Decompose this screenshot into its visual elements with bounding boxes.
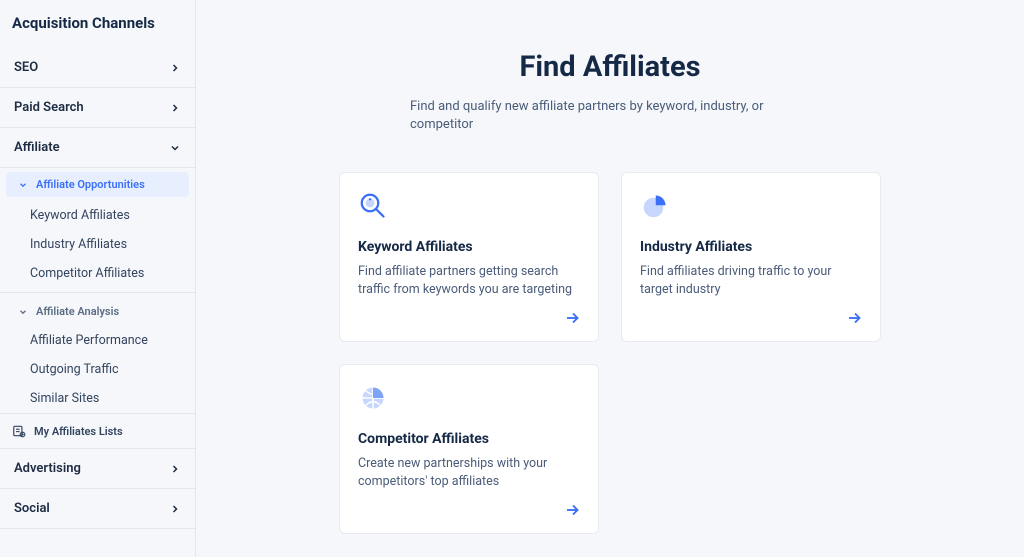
list-icon <box>12 424 26 438</box>
sublink-similar-sites[interactable]: Similar Sites <box>0 384 195 413</box>
chevron-right-icon <box>169 503 181 515</box>
card-desc: Find affiliates driving traffic to your … <box>640 263 862 327</box>
card-industry-affiliates[interactable]: Industry Affiliates Find affiliates driv… <box>621 172 881 342</box>
sublink-keyword-affiliates[interactable]: Keyword Affiliates <box>0 201 195 230</box>
chevron-down-icon <box>18 180 28 190</box>
card-title: Keyword Affiliates <box>358 239 580 255</box>
globe-icon <box>358 383 388 413</box>
nav-item-paid-search[interactable]: Paid Search <box>0 88 195 128</box>
pie-chart-icon <box>640 191 670 221</box>
affiliate-submenu: Affiliate Opportunities Keyword Affiliat… <box>0 168 195 413</box>
arrow-right-icon <box>846 309 864 327</box>
subgroup-label: Affiliate Opportunities <box>36 178 145 191</box>
card-desc: Find affiliate partners getting search t… <box>358 263 580 327</box>
card-competitor-affiliates[interactable]: Competitor Affiliates Create new partner… <box>339 364 599 534</box>
subgroup-affiliate-analysis[interactable]: Affiliate Analysis <box>6 297 189 326</box>
nav-label: Affiliate <box>14 140 60 155</box>
sidebar: Acquisition Channels SEO Paid Search Aff… <box>0 0 196 557</box>
nav-item-affiliate[interactable]: Affiliate <box>0 128 195 168</box>
page-title: Find Affiliates <box>519 50 700 84</box>
divider <box>0 292 195 293</box>
sublink-industry-affiliates[interactable]: Industry Affiliates <box>0 230 195 259</box>
card-title: Competitor Affiliates <box>358 431 580 447</box>
sublink-affiliate-performance[interactable]: Affiliate Performance <box>0 326 195 355</box>
nav-item-social[interactable]: Social <box>0 489 195 529</box>
sublink-competitor-affiliates[interactable]: Competitor Affiliates <box>0 259 195 288</box>
nav-label: Advertising <box>14 461 81 476</box>
cards-grid: Keyword Affiliates Find affiliate partne… <box>339 172 881 534</box>
nav-label: Paid Search <box>14 100 84 115</box>
page-subtitle: Find and qualify new affiliate partners … <box>410 98 810 134</box>
nav-label: Social <box>14 501 50 516</box>
nav-item-my-affiliates-lists[interactable]: My Affiliates Lists <box>0 413 195 449</box>
card-title: Industry Affiliates <box>640 239 862 255</box>
chevron-right-icon <box>169 62 181 74</box>
subgroup-affiliate-opportunities[interactable]: Affiliate Opportunities <box>6 172 189 197</box>
chevron-right-icon <box>169 463 181 475</box>
magnifier-icon <box>358 191 388 221</box>
chevron-down-icon <box>169 142 181 154</box>
chevron-down-icon <box>18 307 28 317</box>
nav-item-advertising[interactable]: Advertising <box>0 449 195 489</box>
card-keyword-affiliates[interactable]: Keyword Affiliates Find affiliate partne… <box>339 172 599 342</box>
chevron-right-icon <box>169 102 181 114</box>
card-desc: Create new partnerships with your compet… <box>358 455 580 519</box>
nav-item-seo[interactable]: SEO <box>0 48 195 88</box>
my-lists-label: My Affiliates Lists <box>34 425 123 438</box>
sidebar-title: Acquisition Channels <box>0 0 195 48</box>
main-content: Find Affiliates Find and qualify new aff… <box>196 0 1024 557</box>
arrow-right-icon <box>564 501 582 519</box>
subgroup-label: Affiliate Analysis <box>36 305 119 318</box>
sublink-outgoing-traffic[interactable]: Outgoing Traffic <box>0 355 195 384</box>
nav-label: SEO <box>14 60 38 75</box>
arrow-right-icon <box>564 309 582 327</box>
